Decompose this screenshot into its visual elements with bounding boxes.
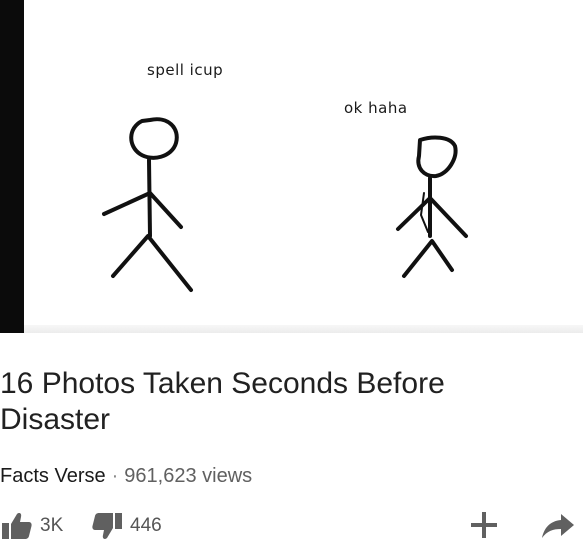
share-button[interactable] [541, 512, 575, 540]
left-figure-body [147, 158, 152, 238]
plus-icon [471, 512, 497, 538]
left-figure-arms [102, 191, 183, 229]
caption-spell-icup: spell icup [147, 61, 224, 79]
dislike-count: 446 [130, 515, 162, 536]
channel-name[interactable]: Facts Verse [0, 465, 106, 487]
left-figure-head [129, 117, 179, 160]
meta-separator: · [111, 465, 119, 487]
like-button[interactable]: 3K [2, 512, 63, 540]
like-count: 3K [40, 515, 64, 536]
dislike-button[interactable]: 446 [92, 512, 162, 540]
share-arrow-icon [542, 514, 574, 538]
video-title: 16 Photos Taken Seconds Before Disaster [0, 367, 445, 436]
add-to-playlist-button[interactable] [469, 510, 499, 540]
thumbs-down-icon [92, 513, 122, 539]
right-figure-head [416, 135, 458, 179]
right-figure-legs [402, 239, 454, 278]
video-thumbnail[interactable]: spell icup ok haha [0, 0, 583, 333]
action-bar: 3K 446 [0, 512, 583, 549]
video-meta: Facts Verse · 961,623 views [0, 465, 252, 488]
left-figure-legs [111, 234, 193, 292]
view-count: 961,623 views [124, 465, 253, 487]
stick-figures-drawing [102, 117, 468, 292]
caption-ok-haha: ok haha [344, 99, 408, 117]
thumbs-up-icon [2, 513, 32, 539]
